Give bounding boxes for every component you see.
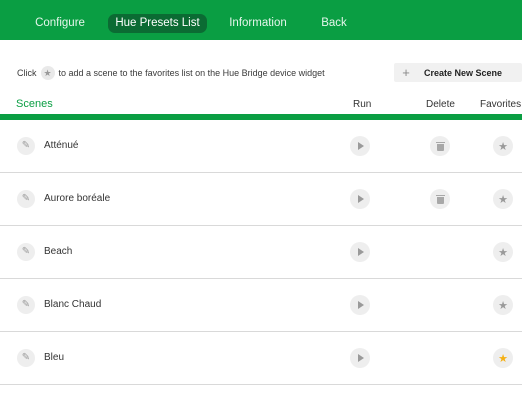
play-icon[interactable]	[350, 242, 370, 262]
table-row: ✎ Aurore boréale ★	[0, 173, 522, 226]
scene-name: Beach	[44, 246, 73, 257]
play-icon[interactable]	[350, 295, 370, 315]
play-icon[interactable]	[350, 348, 370, 368]
table-row: ✎ Atténué ★	[0, 120, 522, 173]
pencil-icon[interactable]: ✎	[17, 349, 35, 367]
star-icon[interactable]: ★	[493, 295, 513, 315]
pencil-icon[interactable]: ✎	[17, 137, 35, 155]
pencil-icon[interactable]: ✎	[17, 190, 35, 208]
scenes-header: Scenes	[16, 98, 53, 110]
star-icon[interactable]: ★	[493, 242, 513, 262]
table-row: ✎ Blanc Chaud ★	[0, 279, 522, 332]
star-icon: ★	[40, 66, 55, 80]
hint-text-after: to add a scene to the favorites list on …	[58, 68, 325, 78]
star-icon[interactable]: ★	[493, 189, 513, 209]
trash-icon[interactable]	[430, 189, 450, 209]
star-icon[interactable]: ★	[493, 136, 513, 156]
create-new-scene-label: Create New Scene	[424, 67, 503, 78]
tab-configure[interactable]: Configure	[22, 14, 98, 33]
scene-name: Aurore boréale	[44, 193, 111, 204]
play-icon[interactable]	[350, 136, 370, 156]
play-icon[interactable]	[350, 189, 370, 209]
delete-header: Delete	[426, 99, 455, 110]
table-row: ✎ Bleu ★	[0, 332, 522, 385]
scene-name: Blanc Chaud	[44, 299, 102, 310]
scene-name: Bleu	[44, 352, 65, 363]
tab-hue-presets-list[interactable]: Hue Presets List	[108, 14, 207, 33]
scene-name: Atténué	[44, 140, 79, 151]
create-new-scene-button[interactable]: + Create New Scene	[394, 63, 522, 82]
pencil-icon[interactable]: ✎	[17, 296, 35, 314]
tab-back[interactable]: Back	[317, 14, 351, 33]
table-row: ✎ Beach ★	[0, 226, 522, 279]
favorites-hint: Click ★ to add a scene to the favorites …	[17, 66, 325, 80]
tab-information[interactable]: Information	[224, 14, 292, 33]
trash-icon[interactable]	[430, 136, 450, 156]
scenes-table-header: Scenes Run Delete Favorites	[0, 96, 522, 114]
pencil-icon[interactable]: ✎	[17, 243, 35, 261]
plus-icon: +	[402, 65, 410, 80]
favorites-header: Favorites	[480, 99, 522, 110]
run-header: Run	[353, 99, 372, 110]
hint-text-before: Click	[17, 68, 37, 78]
star-icon[interactable]: ★	[493, 348, 513, 368]
top-nav-bar: Configure Hue Presets List Information B…	[0, 0, 522, 40]
